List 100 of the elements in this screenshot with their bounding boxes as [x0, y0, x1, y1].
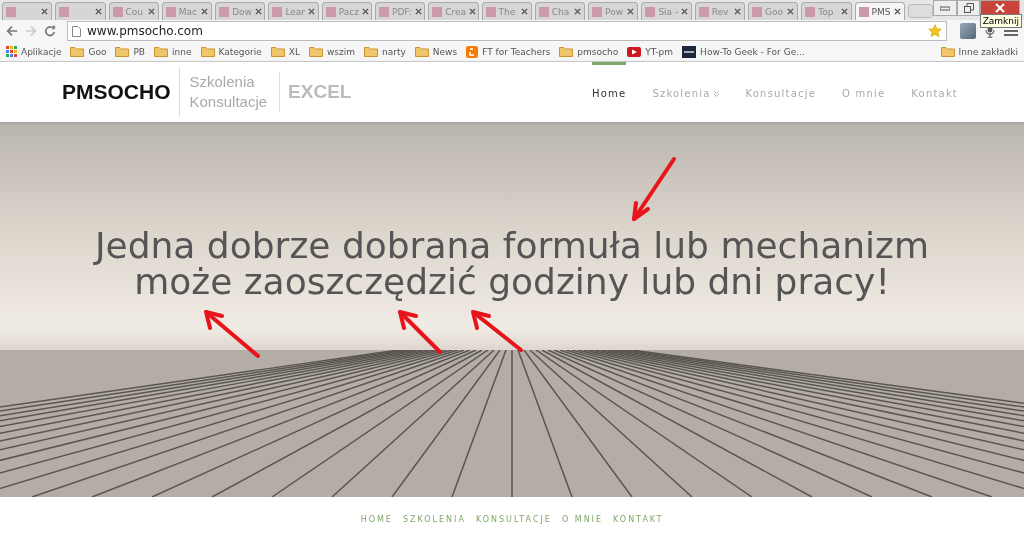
browser-tab[interactable]: PMS	[854, 2, 905, 20]
site-icon	[682, 45, 697, 58]
close-icon[interactable]	[147, 8, 155, 15]
bookmark[interactable]: How-To Geek - For Ge...	[682, 45, 805, 58]
favicon-icon	[325, 6, 336, 17]
browser-tab[interactable]: Crea	[428, 2, 479, 20]
favicon-icon	[378, 6, 389, 17]
bookmark[interactable]: XL	[270, 46, 300, 57]
bookmark[interactable]: wszim	[309, 46, 356, 57]
folder-icon	[309, 46, 323, 57]
browser-tab[interactable]: Cou	[108, 2, 159, 20]
favicon-icon	[538, 6, 549, 17]
page-icon	[72, 25, 81, 37]
favicon-icon	[59, 6, 70, 17]
close-icon[interactable]	[41, 8, 49, 15]
browser-tab[interactable]: Pow	[588, 2, 639, 20]
close-icon[interactable]	[787, 8, 795, 15]
favicon-icon	[485, 6, 496, 17]
folder-icon	[115, 46, 130, 57]
favicon-icon	[858, 6, 869, 17]
close-icon[interactable]	[681, 8, 689, 15]
footer-link[interactable]: SZKOLENIA	[402, 515, 466, 524]
browser-tab[interactable]: Goo	[747, 2, 799, 20]
apps-grid-icon	[6, 46, 17, 57]
bookmark[interactable]: Inne zakładki	[940, 46, 1018, 57]
site-logo[interactable]: PMSOCHO	[62, 67, 180, 117]
close-icon[interactable]	[254, 8, 262, 15]
bookmark[interactable]: YT-pm	[627, 46, 674, 57]
close-icon[interactable]	[627, 8, 635, 15]
close-icon[interactable]	[94, 8, 102, 15]
bookmark[interactable]: Goo	[70, 46, 107, 57]
folder-icon	[364, 46, 379, 57]
footer-link[interactable]: HOME	[360, 515, 393, 524]
close-icon[interactable]	[361, 8, 369, 15]
tagline: Szkolenia	[189, 72, 256, 92]
nav-link[interactable]: O mnie	[842, 62, 886, 122]
favicon-icon	[698, 6, 709, 17]
restore-button[interactable]	[956, 0, 981, 16]
tooltip: Zamknij	[979, 14, 1022, 28]
favicon-icon	[645, 6, 656, 17]
favicon-icon	[751, 6, 762, 17]
footer-link[interactable]: KONTAKT	[613, 515, 664, 524]
close-icon	[995, 3, 1006, 13]
play-icon	[627, 46, 642, 57]
restore-icon	[963, 3, 974, 13]
nav-link[interactable]: Szkolenia	[652, 62, 720, 122]
bookmark[interactable]: pmsocho	[559, 46, 619, 57]
hero-headline: Jedna dobrze dobrana formuła lub mechanizm może zaoszczędzić godziny lub dni pracy!	[94, 228, 930, 300]
bookmark[interactable]: narty	[364, 46, 406, 57]
browser-tab[interactable]: Lear	[268, 2, 319, 20]
folder-icon	[200, 46, 215, 57]
browser-tab[interactable]: Rev	[694, 2, 745, 20]
favicon-icon	[805, 6, 816, 17]
close-icon[interactable]	[840, 8, 848, 15]
bookmark[interactable]: FT for Teachers	[466, 45, 551, 58]
folder-icon	[270, 46, 285, 57]
favicon-icon	[219, 6, 230, 17]
folder-icon	[154, 46, 169, 57]
folder-icon	[559, 46, 574, 57]
favicon-icon	[432, 6, 443, 17]
favicon-icon	[272, 6, 283, 17]
browser-tab[interactable]: Sia -	[641, 2, 692, 20]
close-icon[interactable]	[574, 8, 582, 15]
close-icon[interactable]	[893, 8, 901, 15]
favicon-icon	[165, 6, 176, 17]
favicon-icon	[112, 6, 123, 17]
browser-tab[interactable]: Dow	[215, 2, 266, 20]
folder-icon	[414, 46, 429, 57]
close-icon[interactable]	[201, 8, 209, 15]
favicon-icon	[6, 6, 16, 17]
blogger-icon	[466, 45, 479, 58]
folder-icon	[70, 46, 85, 57]
back-icon[interactable]	[6, 25, 18, 37]
minimize-icon	[939, 5, 950, 11]
browser-tab[interactable]: Mac	[161, 2, 213, 20]
bookmark[interactable]: Aplikacje	[6, 46, 62, 57]
tagline: Konsultacje	[189, 92, 268, 112]
close-icon[interactable]	[469, 8, 477, 15]
footer-link[interactable]: O MNIE	[561, 515, 604, 524]
bookmark[interactable]: inne	[154, 46, 192, 57]
close-icon[interactable]	[520, 8, 528, 15]
star-icon[interactable]	[928, 24, 942, 38]
close-icon[interactable]	[414, 8, 422, 15]
browser-tab[interactable]: Cha	[534, 2, 586, 20]
bookmark[interactable]: Kategorie	[200, 46, 262, 57]
close-icon[interactable]	[733, 8, 741, 15]
folder-icon	[940, 46, 955, 57]
address-bar[interactable]: www.pmsocho.com	[67, 21, 947, 41]
browser-tab[interactable]: PDF:	[374, 2, 426, 20]
close-icon[interactable]	[308, 8, 315, 15]
nav-link[interactable]: Konsultacje	[745, 62, 817, 122]
logo-subtitle: EXCEL	[287, 81, 352, 103]
footer-link[interactable]: KONSULTACJE	[475, 515, 552, 524]
browser-tab[interactable]: The	[481, 2, 532, 20]
browser-tab[interactable]: Top	[801, 2, 852, 20]
reload-icon[interactable]	[44, 25, 56, 37]
nav-link[interactable]: Kontakt	[911, 62, 958, 122]
browser-tab[interactable]: Pacz	[321, 2, 372, 20]
bookmark[interactable]: PB	[115, 46, 146, 57]
bookmark[interactable]: News	[414, 46, 458, 57]
